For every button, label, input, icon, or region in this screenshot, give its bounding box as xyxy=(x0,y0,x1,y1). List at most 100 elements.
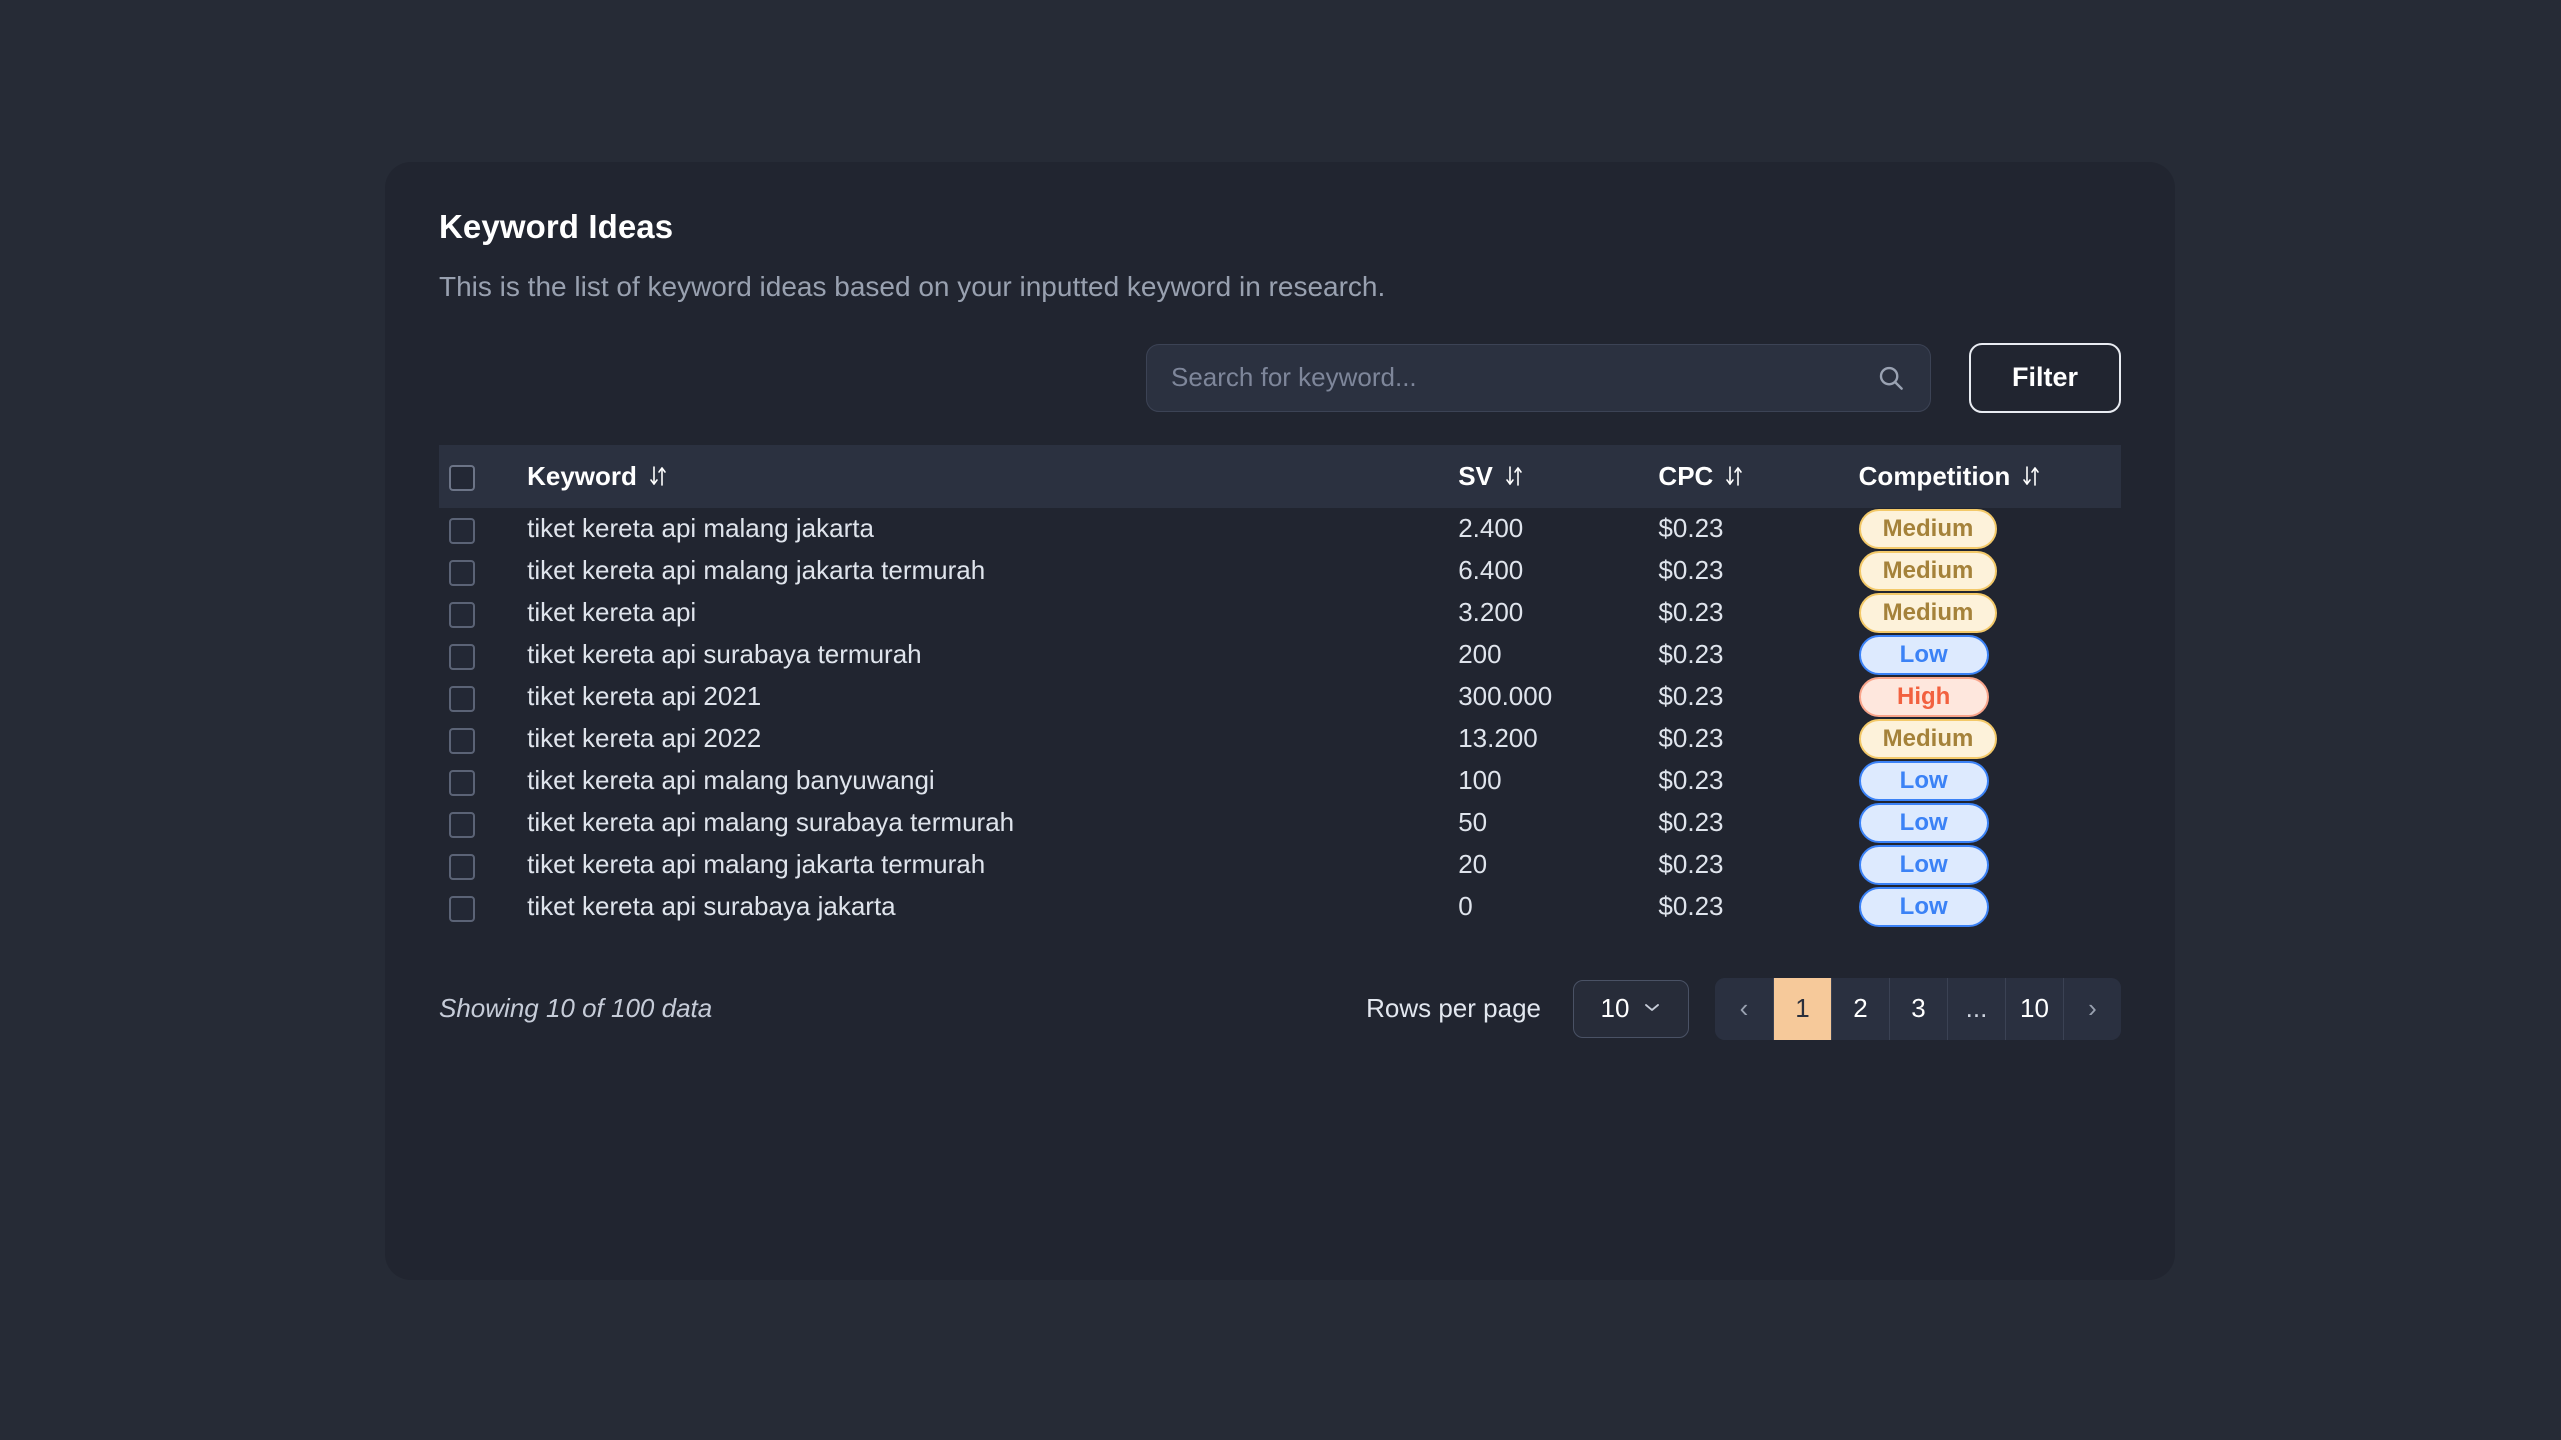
row-checkbox[interactable] xyxy=(449,686,475,712)
sort-icon[interactable] xyxy=(2022,464,2040,488)
status-badge: Low xyxy=(1859,635,1989,675)
sv-cell: 2.400 xyxy=(1458,508,1658,550)
table-row: tiket kereta api3.200$0.23Medium xyxy=(439,592,2121,634)
cpc-cell: $0.23 xyxy=(1658,634,1858,676)
keyword-cell: tiket kereta api surabaya jakarta xyxy=(527,886,1458,928)
cpc-cell: $0.23 xyxy=(1658,550,1858,592)
row-checkbox[interactable] xyxy=(449,812,475,838)
row-checkbox[interactable] xyxy=(449,728,475,754)
row-select-cell xyxy=(439,634,527,676)
competition-cell: Low xyxy=(1859,844,2121,886)
sort-icon[interactable] xyxy=(1505,464,1523,488)
row-select-cell xyxy=(439,802,527,844)
pagination-next-button[interactable]: › xyxy=(2063,978,2121,1040)
header-cpc-cell[interactable]: CPC xyxy=(1658,445,1858,508)
status-badge: Low xyxy=(1859,761,1989,801)
sv-cell: 100 xyxy=(1458,760,1658,802)
row-checkbox[interactable] xyxy=(449,560,475,586)
header-cpc-label: CPC xyxy=(1658,461,1713,492)
pagination-page-button[interactable]: 1 xyxy=(1773,978,1831,1040)
rows-per-page-select[interactable]: 10 xyxy=(1573,980,1689,1038)
keyword-cell: tiket kereta api 2021 xyxy=(527,676,1458,718)
sv-cell: 20 xyxy=(1458,844,1658,886)
keyword-cell: tiket kereta api xyxy=(527,592,1458,634)
status-badge: Medium xyxy=(1859,593,1998,633)
row-select-cell xyxy=(439,676,527,718)
chevron-down-icon xyxy=(1643,1000,1661,1018)
status-badge: Medium xyxy=(1859,719,1998,759)
keyword-cell: tiket kereta api malang jakarta termurah xyxy=(527,844,1458,886)
competition-cell: Medium xyxy=(1859,592,2121,634)
competition-cell: High xyxy=(1859,676,2121,718)
table-header-row: Keyword xyxy=(439,445,2121,508)
cpc-cell: $0.23 xyxy=(1658,676,1858,718)
table-body: tiket kereta api malang jakarta2.400$0.2… xyxy=(439,508,2121,928)
table-row: tiket kereta api malang jakarta termurah… xyxy=(439,844,2121,886)
search-icon[interactable] xyxy=(1876,363,1906,393)
keyword-ideas-card: Keyword Ideas This is the list of keywor… xyxy=(385,162,2175,1280)
competition-cell: Medium xyxy=(1859,718,2121,760)
cpc-cell: $0.23 xyxy=(1658,760,1858,802)
status-badge: Medium xyxy=(1859,509,1998,549)
row-select-cell xyxy=(439,550,527,592)
keyword-cell: tiket kereta api 2022 xyxy=(527,718,1458,760)
pagination-page-button[interactable]: 10 xyxy=(2005,978,2063,1040)
keyword-cell: tiket kereta api malang surabaya termura… xyxy=(527,802,1458,844)
sv-cell: 50 xyxy=(1458,802,1658,844)
pagination-ellipsis: ... xyxy=(1947,978,2005,1040)
status-badge: High xyxy=(1859,677,1989,717)
row-checkbox[interactable] xyxy=(449,602,475,628)
row-checkbox[interactable] xyxy=(449,644,475,670)
table-row: tiket kereta api 2021300.000$0.23High xyxy=(439,676,2121,718)
table-row: tiket kereta api malang banyuwangi100$0.… xyxy=(439,760,2121,802)
row-select-cell xyxy=(439,592,527,634)
app-root: Keyword Ideas This is the list of keywor… xyxy=(0,0,2561,1440)
table-row: tiket kereta api malang jakarta termurah… xyxy=(439,550,2121,592)
sort-icon[interactable] xyxy=(649,464,667,488)
row-checkbox[interactable] xyxy=(449,518,475,544)
cpc-cell: $0.23 xyxy=(1658,718,1858,760)
table-footer: Showing 10 of 100 data Rows per page 10 … xyxy=(385,978,2175,1040)
competition-cell: Medium xyxy=(1859,550,2121,592)
row-select-cell xyxy=(439,844,527,886)
page-title: Keyword Ideas xyxy=(439,207,2121,247)
cpc-cell: $0.23 xyxy=(1658,886,1858,928)
sv-cell: 6.400 xyxy=(1458,550,1658,592)
row-checkbox[interactable] xyxy=(449,896,475,922)
header-select-all-cell xyxy=(439,445,527,508)
page-subtitle: This is the list of keyword ideas based … xyxy=(439,269,2121,305)
header-sv-cell[interactable]: SV xyxy=(1458,445,1658,508)
cpc-cell: $0.23 xyxy=(1658,802,1858,844)
card-header: Keyword Ideas This is the list of keywor… xyxy=(385,162,2175,305)
header-competition-label: Competition xyxy=(1859,461,2011,492)
search-box[interactable] xyxy=(1146,344,1931,412)
status-badge: Low xyxy=(1859,887,1989,927)
row-checkbox[interactable] xyxy=(449,770,475,796)
pagination-prev-button[interactable]: ‹ xyxy=(1715,978,1773,1040)
row-select-cell xyxy=(439,886,527,928)
header-competition-cell[interactable]: Competition xyxy=(1859,445,2121,508)
row-select-cell xyxy=(439,760,527,802)
filter-button[interactable]: Filter xyxy=(1969,343,2121,413)
pagination-page-button[interactable]: 2 xyxy=(1831,978,1889,1040)
pagination: ‹123...10› xyxy=(1715,978,2121,1040)
cpc-cell: $0.23 xyxy=(1658,844,1858,886)
sort-icon[interactable] xyxy=(1725,464,1743,488)
sv-cell: 300.000 xyxy=(1458,676,1658,718)
select-all-checkbox[interactable] xyxy=(449,465,475,491)
row-checkbox[interactable] xyxy=(449,854,475,880)
table-row: tiket kereta api surabaya termurah200$0.… xyxy=(439,634,2121,676)
pagination-page-button[interactable]: 3 xyxy=(1889,978,1947,1040)
table-head: Keyword xyxy=(439,445,2121,508)
search-input[interactable] xyxy=(1171,362,1876,393)
header-keyword-cell[interactable]: Keyword xyxy=(527,445,1458,508)
header-keyword-label: Keyword xyxy=(527,461,637,492)
header-sv-label: SV xyxy=(1458,461,1493,492)
table-row: tiket kereta api malang surabaya termura… xyxy=(439,802,2121,844)
keyword-table: Keyword xyxy=(439,445,2121,928)
sv-cell: 3.200 xyxy=(1458,592,1658,634)
rows-per-page-value: 10 xyxy=(1601,993,1630,1024)
competition-cell: Low xyxy=(1859,886,2121,928)
status-badge: Low xyxy=(1859,845,1989,885)
rows-per-page-label: Rows per page xyxy=(1366,993,1541,1024)
